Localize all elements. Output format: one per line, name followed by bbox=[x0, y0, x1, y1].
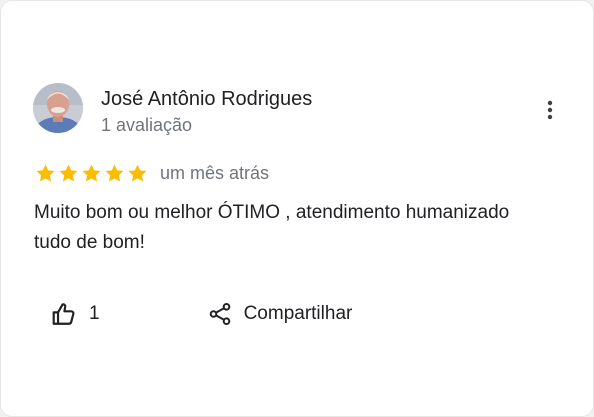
review-card: José Antônio Rodrigues 1 avaliação um mê… bbox=[0, 0, 594, 417]
rating-row: um mês atrás bbox=[35, 161, 269, 185]
share-button[interactable]: Compartilhar bbox=[208, 302, 353, 326]
star-icon bbox=[127, 163, 148, 184]
star-icon bbox=[104, 163, 125, 184]
share-icon bbox=[208, 302, 232, 326]
avatar-image bbox=[33, 83, 83, 133]
share-label: Compartilhar bbox=[243, 303, 353, 324]
more-vertical-icon bbox=[547, 100, 553, 120]
review-text: Muito bom ou melhor ÓTIMO , atendimento … bbox=[34, 202, 510, 253]
like-button[interactable]: 1 bbox=[51, 301, 100, 327]
star-icon bbox=[58, 163, 79, 184]
more-options-button[interactable] bbox=[537, 97, 563, 123]
like-count: 1 bbox=[89, 303, 100, 324]
star-rating bbox=[35, 163, 148, 184]
avatar[interactable] bbox=[33, 83, 83, 133]
author-review-count: 1 avaliação bbox=[101, 115, 193, 135]
author-name[interactable]: José Antônio Rodrigues bbox=[101, 87, 312, 111]
thumbs-up-icon bbox=[51, 301, 77, 327]
review-actions: 1 Compartilhar bbox=[51, 298, 352, 330]
review-header: José Antônio Rodrigues 1 avaliação bbox=[33, 83, 563, 139]
star-icon bbox=[35, 163, 56, 184]
star-icon bbox=[81, 163, 102, 184]
review-date: um mês atrás bbox=[160, 163, 270, 183]
